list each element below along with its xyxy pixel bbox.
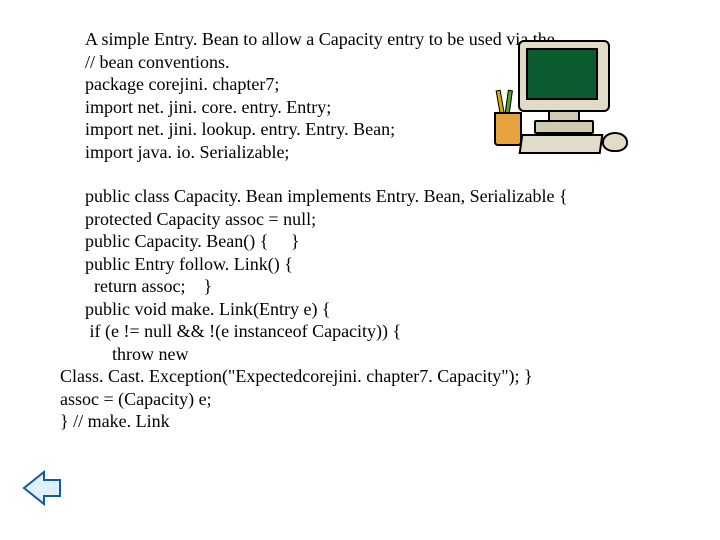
code-line: public Capacity. Bean() { } — [85, 230, 660, 253]
code-line: Class. Cast. Exception("Expectedcorejini… — [60, 365, 660, 388]
code-line: public class Capacity. Bean implements E… — [85, 185, 660, 208]
arrow-left-icon — [20, 466, 64, 510]
code-line: assoc = (Capacity) e; — [60, 388, 660, 411]
code-line: } // make. Link — [60, 410, 660, 433]
code-line: throw new — [85, 343, 660, 366]
monitor-screen-icon — [526, 48, 598, 100]
mouse-icon — [602, 132, 628, 152]
code-line: public Entry follow. Link() { — [85, 253, 660, 276]
keyboard-icon — [519, 134, 604, 154]
monitor-base-icon — [534, 120, 594, 134]
code-line: public void make. Link(Entry e) { — [85, 298, 660, 321]
code-line: protected Capacity assoc = null; — [85, 208, 660, 231]
cup-icon — [494, 112, 522, 146]
code-block-2: public class Capacity. Bean implements E… — [60, 185, 660, 433]
prev-button[interactable] — [20, 466, 64, 510]
computer-clipart-icon — [490, 36, 630, 166]
code-line: return assoc; } — [85, 275, 660, 298]
code-line: if (e != null && !(e instanceof Capacity… — [85, 320, 660, 343]
